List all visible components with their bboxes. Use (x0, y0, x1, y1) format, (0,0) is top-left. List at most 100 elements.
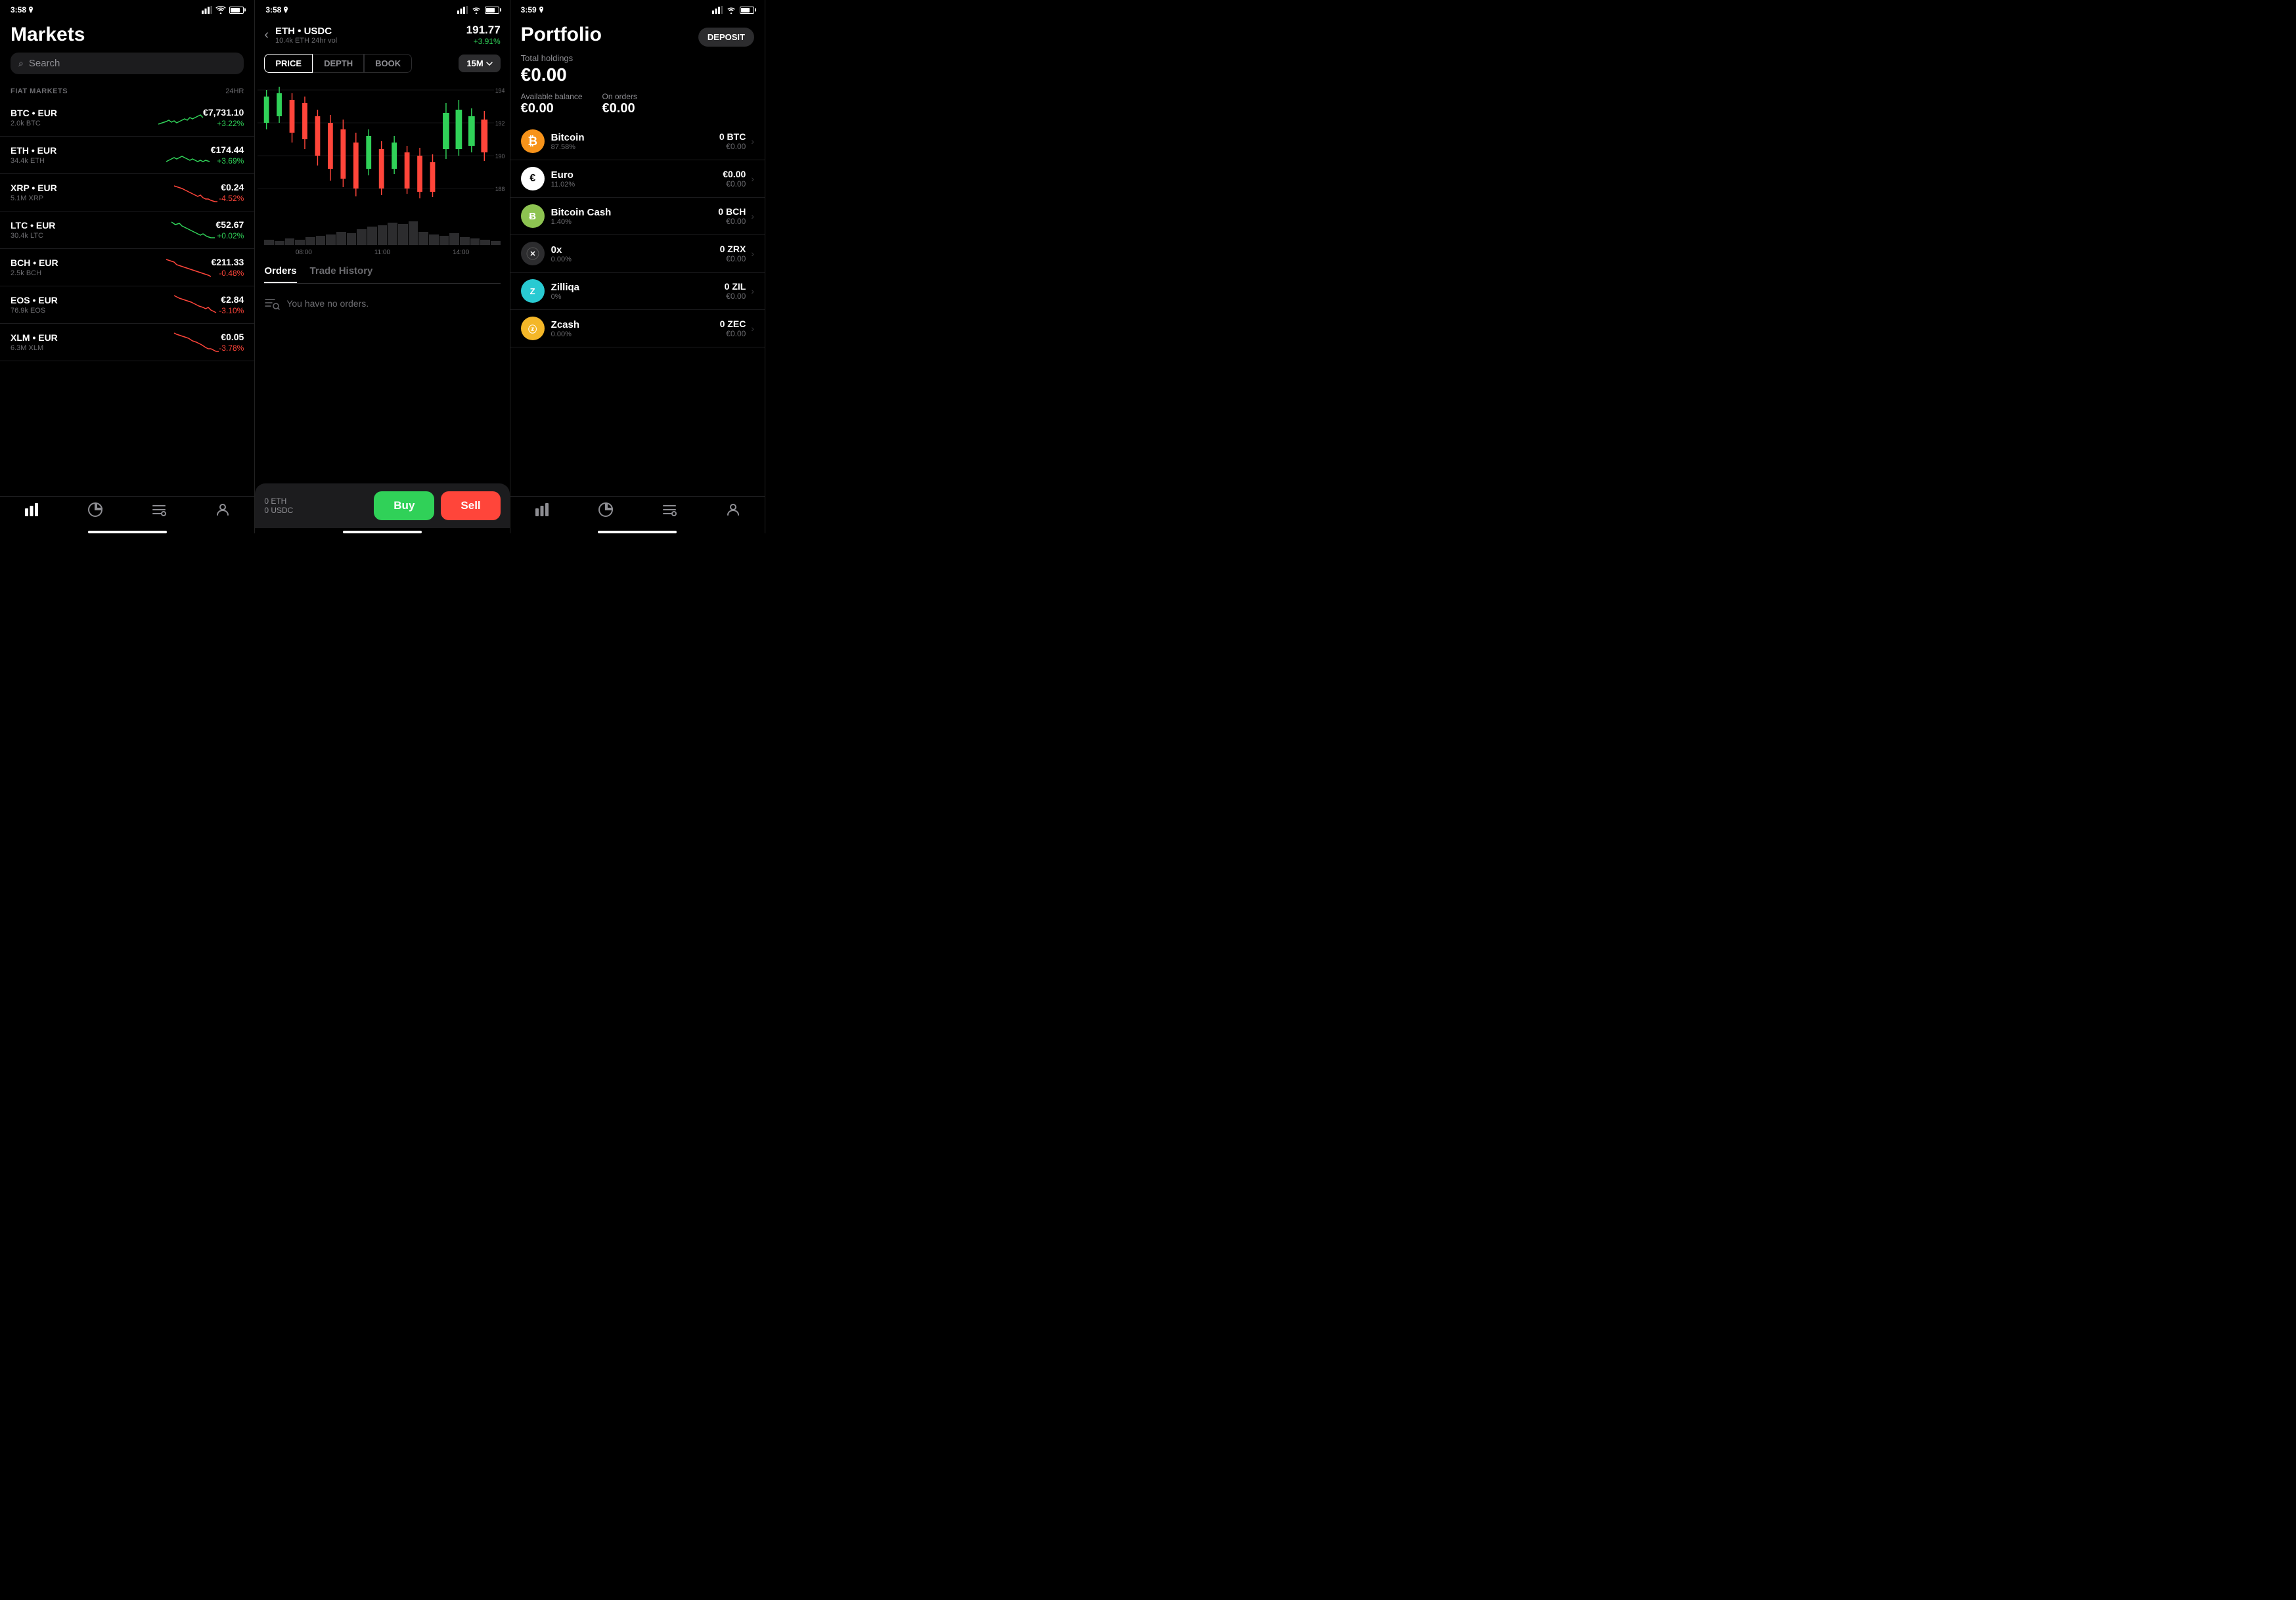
chevron-right-icon: › (751, 136, 754, 146)
market-vol: 30.4k LTC (11, 232, 170, 240)
spark-chart-ltc (170, 218, 216, 242)
buy-sell-bar: 0 ETH 0 USDC Buy Sell (255, 483, 509, 528)
markets-time: 3:58 (11, 5, 34, 14)
deposit-button[interactable]: DEPOSIT (698, 28, 754, 47)
chevron-right-icon: › (751, 173, 754, 184)
market-change: -0.48% (211, 269, 244, 278)
signal-icon (457, 6, 468, 14)
market-vol: 6.3M XLM (11, 344, 173, 352)
list-item[interactable]: BTC • EUR 2.0k BTC €7,731.10 +3.22% (0, 99, 254, 137)
fiat-balance: €0.00 (720, 329, 746, 338)
nav-portfolio[interactable] (598, 502, 614, 518)
tab-price[interactable]: PRICE (264, 54, 313, 73)
portfolio-status-bar: 3:59 (510, 0, 765, 18)
portfolio-time: 3:59 (521, 5, 544, 14)
asset-balance: 0 ZEC €0.00 (720, 319, 746, 338)
nav-markets[interactable] (534, 502, 550, 518)
stat-row: Available balance €0.00 On orders €0.00 (521, 92, 754, 116)
crypto-balance: 0 ZEC (720, 319, 746, 329)
portfolio-bottom-nav (510, 496, 765, 528)
market-price: €0.05 (219, 332, 244, 342)
nav-portfolio[interactable] (87, 502, 103, 518)
search-bar[interactable]: ⌕ Search (11, 53, 244, 74)
location-icon (283, 7, 288, 13)
market-vol: 2.5k BCH (11, 269, 165, 277)
nav-account[interactable] (215, 502, 231, 518)
trading-header: ‹ ETH • USDC 10.4k ETH 24hr vol 191.77 +… (255, 18, 509, 51)
market-price-wrap: €7,731.10 +3.22% (203, 107, 244, 128)
fiat-balance: €0.00 (720, 254, 746, 263)
on-orders-value: €0.00 (602, 101, 637, 116)
spark-chart-xlm (173, 330, 219, 354)
list-item[interactable]: ⓩ Zcash 0.00% 0 ZEC €0.00 › (510, 310, 765, 347)
list-item[interactable]: ✕ 0x 0.00% 0 ZRX €0.00 › (510, 235, 765, 273)
list-item[interactable]: EOS • EUR 76.9k EOS €2.84 -3.10% (0, 286, 254, 324)
markets-section-header: FIAT MARKETS 24HR (0, 81, 254, 99)
markets-icon (534, 502, 550, 518)
nav-orders[interactable] (151, 502, 167, 518)
markets-screen: 3:58 Markets ⌕ Search FIAT MARKETS 24HR … (0, 0, 255, 533)
battery-icon (229, 7, 244, 14)
list-item[interactable]: ETH • EUR 34.4k ETH €174.44 +3.69% (0, 137, 254, 174)
portfolio-stats: Total holdings €0.00 Available balance €… (510, 51, 765, 123)
market-info: XRP • EUR 5.1M XRP (11, 183, 173, 202)
market-price: €7,731.10 (203, 107, 244, 118)
nav-markets[interactable] (24, 502, 39, 518)
nav-account[interactable] (725, 502, 741, 518)
market-change: +0.02% (216, 231, 244, 240)
wifi-icon (471, 6, 482, 14)
sell-button[interactable]: Sell (441, 491, 500, 520)
markets-icon (24, 502, 39, 518)
trading-status-icons (457, 6, 499, 14)
nav-orders[interactable] (662, 502, 677, 518)
market-price: €174.44 (211, 144, 244, 155)
tab-trade-history[interactable]: Trade History (310, 265, 373, 283)
market-change: -4.52% (219, 194, 244, 203)
trading-pair-vol: 10.4k ETH 24hr vol (275, 37, 460, 45)
tab-orders[interactable]: Orders (264, 265, 296, 283)
markets-status-icons (202, 6, 244, 14)
list-item[interactable]: LTC • EUR 30.4k LTC €52.67 +0.02% (0, 211, 254, 249)
asset-name: Bitcoin Cash (551, 207, 719, 218)
portfolio-title: Portfolio (521, 24, 602, 46)
list-item[interactable]: XLM • EUR 6.3M XLM €0.05 -3.78% (0, 324, 254, 361)
asset-balance: 0 ZRX €0.00 (720, 244, 746, 263)
trading-price-change: +3.91% (466, 37, 501, 46)
list-item[interactable]: BCH • EUR 2.5k BCH €211.33 -0.48% (0, 249, 254, 286)
asset-name: Zcash (551, 319, 720, 330)
market-pair: XRP • EUR (11, 183, 173, 193)
orders-search-icon (264, 297, 280, 310)
tab-book[interactable]: BOOK (364, 54, 412, 73)
home-indicator (88, 531, 167, 533)
list-item[interactable]: Z Zilliqa 0% 0 ZIL €0.00 › (510, 273, 765, 310)
orders-icon (151, 502, 167, 518)
timeframe-button[interactable]: 15M (459, 55, 500, 72)
market-price-wrap: €174.44 +3.69% (211, 144, 244, 166)
market-price: €211.33 (211, 257, 244, 267)
available-value: €0.00 (521, 101, 583, 116)
buy-button[interactable]: Buy (374, 491, 434, 520)
asset-name: Bitcoin (551, 132, 719, 143)
market-info: ETH • EUR 34.4k ETH (11, 145, 165, 165)
list-item[interactable]: Ƀ Bitcoin Cash 1.40% 0 BCH €0.00 › (510, 198, 765, 235)
market-vol: 5.1M XRP (11, 194, 173, 202)
market-pair: BCH • EUR (11, 257, 165, 268)
list-item[interactable]: € Euro 11.02% €0.00 €0.00 › (510, 160, 765, 198)
orders-icon (662, 502, 677, 518)
list-item[interactable]: XRP • EUR 5.1M XRP €0.24 -4.52% (0, 174, 254, 211)
back-button[interactable]: ‹ (264, 28, 269, 43)
trading-status-bar: 3:58 (255, 0, 509, 18)
on-orders: On orders €0.00 (602, 92, 637, 116)
spark-chart-eos (173, 293, 219, 317)
market-price: €52.67 (216, 219, 244, 230)
portfolio-screen: 3:59 Portfolio DEPOSIT Total holdings €0… (510, 0, 765, 533)
fiat-balance: €0.00 (719, 142, 746, 151)
asset-name: Euro (551, 169, 723, 181)
crypto-balance: 0 ZIL (725, 281, 746, 292)
tab-depth[interactable]: DEPTH (313, 54, 364, 73)
time-label-2: 11:00 (374, 249, 390, 256)
asset-icon-zec: ⓩ (521, 317, 545, 340)
market-info: BCH • EUR 2.5k BCH (11, 257, 165, 277)
list-item[interactable]: ₿ Bitcoin 87.58% 0 BTC €0.00 › (510, 123, 765, 160)
market-vol: 76.9k EOS (11, 307, 173, 315)
